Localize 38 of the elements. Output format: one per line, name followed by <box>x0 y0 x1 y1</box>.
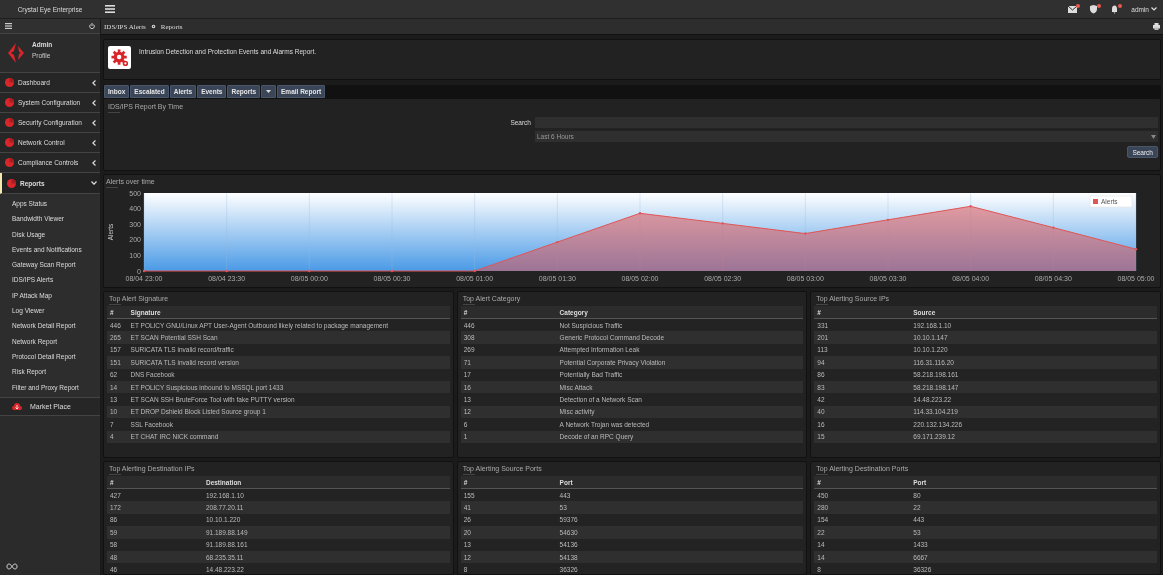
data-point <box>390 269 394 273</box>
pie-chart-icon <box>5 118 14 127</box>
data-point <box>721 222 724 225</box>
infinity-logo-icon <box>6 563 18 570</box>
data-point <box>142 269 146 273</box>
chevron-icon <box>92 79 96 86</box>
data-point <box>638 212 642 215</box>
shield-icon[interactable] <box>1089 4 1102 14</box>
chevron-icon <box>92 99 96 106</box>
printer-icon[interactable] <box>1153 23 1160 30</box>
data-point <box>1134 247 1138 251</box>
menu-icon[interactable] <box>5 23 12 29</box>
pie-chart-icon <box>5 138 14 147</box>
chevron-icon <box>92 139 96 146</box>
logo-icon <box>8 43 24 63</box>
data-point <box>473 269 476 273</box>
data-point <box>556 240 559 244</box>
menu-icon[interactable] <box>105 5 115 13</box>
mail-icon[interactable] <box>1068 4 1081 14</box>
data-point <box>969 205 972 208</box>
pie-chart-icon <box>5 158 14 167</box>
data-point <box>1052 226 1055 229</box>
caret-icon <box>266 90 272 93</box>
chevron-icon <box>91 181 97 185</box>
chevron-icon <box>92 119 96 126</box>
pie-chart-icon <box>7 178 16 188</box>
caret-icon <box>1151 7 1157 11</box>
data-point <box>804 232 807 235</box>
data-point <box>886 218 890 222</box>
bell-icon[interactable] <box>1110 4 1123 14</box>
cloud-icon <box>12 401 22 411</box>
chevron-icon <box>92 159 96 166</box>
data-point <box>308 269 311 273</box>
dropdown-button[interactable] <box>261 85 277 98</box>
pie-chart-icon <box>5 78 14 87</box>
caret-icon <box>1151 134 1156 139</box>
data-point <box>225 269 228 273</box>
pie-chart-icon <box>5 98 14 107</box>
